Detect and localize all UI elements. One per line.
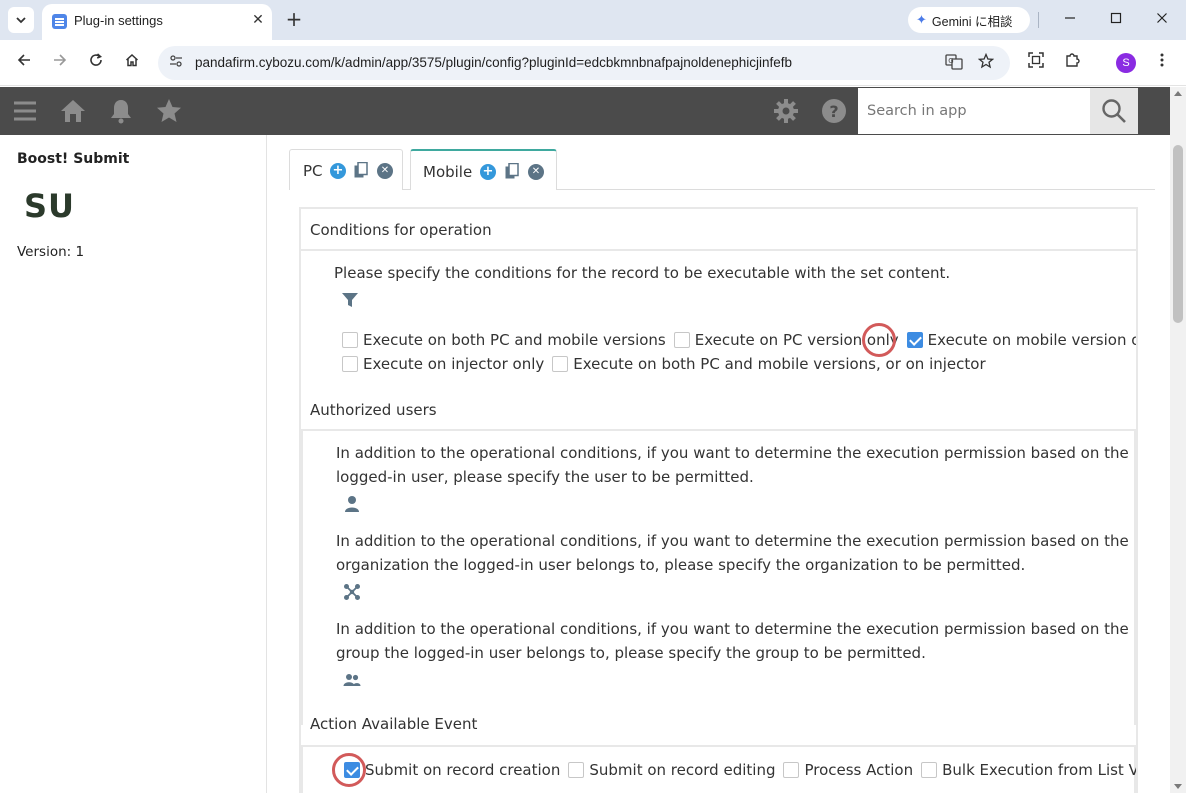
search-icon	[1102, 99, 1126, 123]
tab-pc-label: PC	[303, 162, 323, 180]
svg-text:?: ?	[829, 102, 838, 121]
user-permission-text: In addition to the operational condition…	[336, 444, 1129, 486]
plugin-version: Version: 1	[17, 244, 85, 260]
tab-mobile-label: Mobile	[423, 163, 473, 181]
group-icon[interactable]	[343, 671, 361, 689]
new-tab-button[interactable]: +	[282, 8, 306, 32]
plugin-info-panel: Boost! Submit SU Version: 1	[0, 135, 267, 793]
authorized-heading: Authorized users	[301, 387, 1136, 431]
tab-search-button[interactable]	[8, 7, 34, 33]
option-both-pc-mobile[interactable]: Execute on both PC and mobile versions	[342, 331, 666, 349]
browser-home-icon[interactable]	[120, 51, 144, 75]
minimize-icon[interactable]	[1055, 8, 1085, 32]
bell-icon[interactable]	[107, 97, 135, 125]
maximize-icon[interactable]	[1101, 8, 1131, 32]
conditions-heading: Conditions for operation	[301, 209, 1136, 251]
option-submit-on-creation[interactable]: Submit on record creation	[344, 761, 560, 779]
back-arrow-icon[interactable]	[12, 51, 36, 75]
group-permission-text: In addition to the operational condition…	[336, 620, 1129, 662]
extensions-icon[interactable]	[1060, 51, 1084, 75]
tab-title: Plug-in settings	[74, 13, 163, 28]
scroll-thumb[interactable]	[1173, 145, 1183, 323]
checkbox[interactable]	[783, 762, 800, 778]
plugin-logo: SU	[24, 187, 76, 225]
option-injector-only[interactable]: Execute on injector only	[342, 355, 544, 373]
events-heading: Action Available Event	[301, 705, 1136, 747]
conditions-description: Please specify the conditions for the re…	[334, 264, 951, 282]
filter-icon[interactable]	[341, 291, 359, 309]
browser-tab[interactable]: Plug-in settings ✕	[42, 4, 272, 40]
option-submit-on-editing[interactable]: Submit on record editing	[568, 761, 775, 779]
authorized-section: In addition to the operational condition…	[301, 431, 1136, 725]
address-bar[interactable]: pandafirm.cybozu.com/k/admin/app/3575/pl…	[158, 46, 1010, 80]
reload-icon[interactable]	[84, 51, 108, 75]
hamburger-icon[interactable]	[11, 97, 39, 125]
remove-tab-icon[interactable]: ✕	[528, 164, 544, 180]
app-header: ?	[0, 87, 1170, 135]
window-close-icon[interactable]	[1147, 8, 1177, 32]
events-options-row: Submit on record creation Submit on reco…	[344, 761, 1136, 779]
checkbox-checked[interactable]	[906, 332, 923, 348]
option-bulk-execution[interactable]: Bulk Execution from List View	[921, 761, 1136, 779]
search-button[interactable]	[1090, 88, 1138, 134]
star-icon[interactable]	[155, 97, 183, 125]
add-tab-icon[interactable]: +	[330, 163, 346, 179]
checkbox[interactable]	[552, 356, 569, 372]
highlight-ring	[862, 323, 896, 357]
user-icon[interactable]	[343, 495, 361, 513]
scroll-up-arrow-icon[interactable]	[1174, 91, 1182, 96]
gemini-label: Gemini に相談	[931, 14, 1013, 29]
conditions-section: Please specify the conditions for the re…	[301, 251, 1136, 387]
bookmark-star-icon[interactable]	[976, 52, 996, 73]
highlight-ring	[332, 753, 366, 787]
checkbox[interactable]	[568, 762, 585, 778]
option-both-or-injector[interactable]: Execute on both PC and mobile versions, …	[552, 355, 986, 373]
page-scrollbar[interactable]	[1170, 87, 1186, 793]
checkbox[interactable]	[342, 332, 358, 348]
tab-pc[interactable]: PC + ✕	[289, 149, 403, 190]
settings-panel: Conditions for operation Please specify …	[299, 207, 1138, 793]
conditions-options-row-2: Execute on injector only Execute on both…	[342, 355, 994, 373]
translate-icon[interactable]: G	[944, 53, 964, 73]
gemini-button[interactable]: ✦ Gemini に相談	[908, 7, 1030, 33]
plugin-name: Boost! Submit	[17, 151, 130, 167]
browser-menu-icon[interactable]	[1150, 51, 1174, 75]
option-mobile-only[interactable]: Execute on mobile version only	[906, 331, 1136, 349]
home-icon[interactable]	[59, 97, 87, 125]
checkbox[interactable]	[342, 356, 358, 372]
conditions-options-row-1: Execute on both PC and mobile versions E…	[342, 331, 1136, 349]
screenshot-icon[interactable]	[1024, 51, 1048, 75]
checkbox[interactable]	[673, 332, 690, 348]
gemini-icon: ✦	[916, 12, 927, 27]
organization-icon[interactable]	[343, 583, 361, 601]
page-favicon-icon	[52, 14, 67, 29]
chevron-down-icon	[16, 17, 26, 24]
option-process-action[interactable]: Process Action	[783, 761, 913, 779]
browser-tabstrip: Plug-in settings ✕ + ✦ Gemini に相談	[0, 0, 1186, 40]
profile-avatar[interactable]: S	[1116, 53, 1136, 73]
app-search-input[interactable]	[858, 88, 1090, 134]
browser-toolbar: pandafirm.cybozu.com/k/admin/app/3575/pl…	[0, 40, 1186, 86]
copy-tab-icon[interactable]	[354, 162, 368, 179]
events-section: Submit on record creation Submit on reco…	[301, 747, 1136, 793]
organization-permission-text: In addition to the operational condition…	[336, 532, 1129, 574]
help-icon[interactable]: ?	[820, 97, 848, 125]
add-tab-icon[interactable]: +	[480, 164, 496, 180]
forward-arrow-icon[interactable]	[48, 51, 72, 75]
tab-close-icon[interactable]: ✕	[248, 10, 268, 30]
remove-tab-icon[interactable]: ✕	[377, 163, 393, 179]
gear-icon[interactable]	[772, 97, 800, 125]
svg-text:G: G	[948, 57, 953, 65]
tab-mobile[interactable]: Mobile + ✕	[410, 149, 557, 190]
copy-tab-icon[interactable]	[505, 163, 519, 180]
window-controls-divider	[1038, 12, 1039, 28]
url-text: pandafirm.cybozu.com/k/admin/app/3575/pl…	[195, 55, 793, 70]
scroll-down-arrow-icon[interactable]	[1174, 784, 1182, 789]
checkbox[interactable]	[921, 762, 938, 778]
site-info-icon[interactable]	[166, 53, 186, 73]
